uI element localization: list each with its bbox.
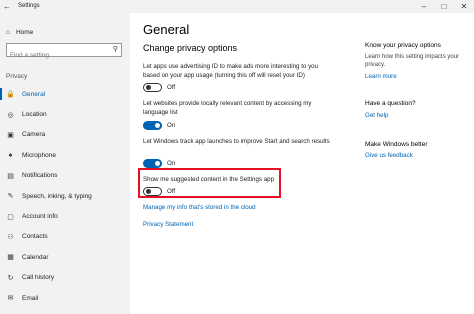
sidebar-item-label: General: [22, 90, 46, 98]
minimize-icon[interactable]: –: [414, 0, 434, 13]
sidebar-item-call-history[interactable]: ↻ Call history: [0, 268, 130, 288]
sidebar-item-speech-inking-typing[interactable]: ✎ Speech, inking, & typing: [0, 186, 130, 206]
sidebar-item-general[interactable]: 🔒 General: [0, 84, 130, 104]
language-list-toggle[interactable]: [143, 121, 162, 130]
advertising-id-toggle[interactable]: [143, 83, 162, 92]
sidebar-item-calendar[interactable]: ▦ Calendar: [0, 247, 130, 267]
search-box[interactable]: ⚲: [6, 43, 122, 62]
microphone-icon: ♠: [8, 151, 13, 159]
sidebar-item-label: Calendar: [22, 253, 49, 261]
sidebar-item-notifications[interactable]: ▤ Notifications: [0, 166, 130, 186]
sidebar-item-location[interactable]: ◎ Location: [0, 104, 130, 124]
home-nav-item[interactable]: ⌂ Home: [6, 25, 33, 39]
search-input[interactable]: [7, 49, 107, 62]
page-title: General: [143, 22, 190, 37]
manage-cloud-info-link[interactable]: Manage my info that's stored in the clou…: [143, 204, 256, 211]
learn-more-link[interactable]: Learn more: [365, 73, 397, 80]
language-list-state: On: [167, 122, 176, 129]
language-list-description: Let websites provide locally relevant co…: [143, 100, 312, 116]
question-title: Have a question?: [365, 100, 416, 107]
contacts-icon: ⚇: [7, 233, 14, 241]
advertising-id-description: Let apps use advertising ID to make ads …: [143, 63, 319, 79]
sidebar-item-microphone[interactable]: ♠ Microphone: [0, 145, 130, 165]
advertising-id-row: Off: [143, 83, 175, 92]
sidebar: ⌂ Home ⚲ Privacy 🔒 General ◎ Location ▣ Camer…: [0, 13, 130, 314]
sidebar-item-camera[interactable]: ▣ Camera: [0, 125, 130, 145]
home-label: Home: [15, 28, 34, 36]
lock-icon: 🔒: [6, 91, 15, 99]
sidebar-item-label: Notifications: [22, 172, 58, 180]
know-privacy-title: Know your privacy options: [365, 42, 441, 49]
back-arrow-icon[interactable]: ←: [3, 0, 11, 13]
home-icon: ⌂: [6, 28, 10, 36]
get-help-link[interactable]: Get help: [365, 112, 388, 119]
close-icon[interactable]: ✕: [454, 0, 474, 13]
section-title: Change privacy options: [143, 43, 238, 53]
app-launch-description: Let Windows track app launches to improv…: [143, 138, 330, 145]
privacy-nav-list: 🔒 General ◎ Location ▣ Camera ♠ Microphone ▤ Noti…: [0, 84, 130, 314]
sidebar-item-label: Microphone: [22, 151, 56, 159]
sidebar-item-label: Account info: [22, 213, 58, 221]
camera-icon: ▣: [7, 131, 14, 139]
calendar-icon: ▦: [7, 254, 14, 262]
sidebar-item-tasks[interactable]: ☑Tasks: [0, 308, 130, 314]
sidebar-item-label: Location: [22, 111, 47, 119]
sidebar-item-label: Call history: [22, 274, 55, 282]
notifications-icon: ▤: [7, 172, 14, 180]
maximize-icon[interactable]: □: [434, 0, 454, 13]
section-label-privacy: Privacy: [6, 73, 28, 80]
language-list-row: On: [143, 121, 175, 130]
window-title: Settings: [18, 3, 40, 9]
location-icon: ◎: [7, 111, 14, 119]
know-privacy-text: Learn how this setting impacts your priv…: [365, 54, 460, 68]
privacy-statement-link[interactable]: Privacy Statement: [143, 221, 193, 228]
account-icon: ▢: [7, 213, 14, 221]
sidebar-item-label: Contacts: [22, 233, 48, 241]
sidebar-item-email[interactable]: ✉ Email: [0, 288, 130, 308]
email-icon: ✉: [7, 295, 14, 303]
feedback-link[interactable]: Give us feedback: [365, 152, 413, 159]
call-history-icon: ↻: [7, 274, 14, 282]
app-launch-state: On: [167, 160, 176, 167]
sidebar-item-label: Speech, inking, & typing: [22, 192, 92, 200]
windows-better-title: Make Windows better: [365, 141, 428, 148]
sidebar-item-label: Camera: [22, 131, 46, 139]
advertising-id-state: Off: [167, 84, 176, 91]
speech-icon: ✎: [7, 193, 14, 201]
sidebar-item-account-info[interactable]: ▢ Account info: [0, 206, 130, 226]
sidebar-item-label: Email: [22, 294, 39, 302]
highlight-box: [138, 168, 281, 198]
app-launch-toggle[interactable]: [143, 159, 162, 168]
sidebar-item-contacts[interactable]: ⚇ Contacts: [0, 227, 130, 247]
title-bar: ← Settings – □ ✕: [0, 0, 474, 13]
app-launch-row: On: [143, 159, 175, 168]
search-icon[interactable]: ⚲: [113, 45, 118, 53]
